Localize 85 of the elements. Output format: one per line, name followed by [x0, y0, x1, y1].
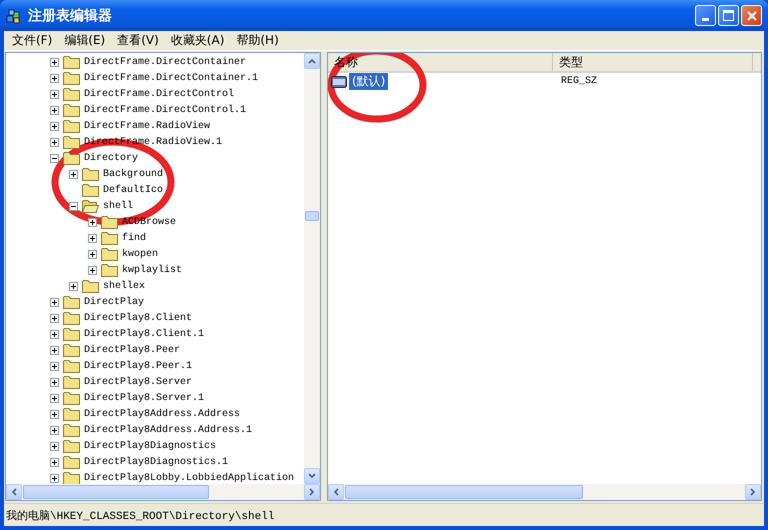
scroll-right-button[interactable]: [745, 484, 761, 500]
tree-item[interactable]: DirectPlay8.Client.1: [84, 328, 204, 340]
scroll-thumb[interactable]: [23, 485, 209, 499]
tree-item[interactable]: DirectFrame.DirectContainer: [84, 56, 246, 68]
tree-item[interactable]: DirectPlay: [84, 296, 144, 308]
tree-item[interactable]: DirectPlay8.Peer.1: [84, 360, 192, 372]
expander-toggle[interactable]: [50, 474, 59, 482]
scroll-thumb[interactable]: [305, 211, 319, 221]
tree-item[interactable]: kwopen: [122, 248, 158, 260]
tree-item[interactable]: shellex: [103, 280, 146, 292]
expander-toggle[interactable]: [50, 362, 59, 370]
scroll-left-button[interactable]: [328, 484, 344, 500]
expander-toggle[interactable]: [69, 170, 78, 178]
status-bar-path: 我的电脑\HKEY_CLASSES_ROOT\Directory\shell: [5, 508, 274, 522]
horizontal-scrollbar[interactable]: [6, 484, 320, 500]
chevron-right-icon: [750, 488, 756, 496]
expander-toggle[interactable]: [50, 314, 59, 322]
expander-toggle[interactable]: [50, 346, 59, 354]
horizontal-scrollbar[interactable]: [328, 484, 761, 500]
window-title: 注册表编辑器: [28, 6, 113, 24]
tree-item[interactable]: DirectFrame.DirectContainer.1: [84, 72, 258, 84]
expander-toggle[interactable]: [50, 90, 59, 98]
chevron-left-icon: [11, 488, 17, 496]
value-type: REG_SZ: [560, 76, 598, 87]
menu-item[interactable]: 查看(V): [111, 32, 165, 49]
tree-item[interactable]: DirectPlay8.Server.1: [84, 392, 204, 404]
expander-toggle[interactable]: [50, 458, 59, 466]
expander-toggle[interactable]: [88, 266, 97, 274]
scroll-right-button[interactable]: [304, 484, 320, 500]
tree-item[interactable]: Directory: [84, 152, 138, 164]
tree-item[interactable]: shell: [103, 200, 134, 212]
expander-toggle[interactable]: [50, 330, 59, 338]
expander-toggle[interactable]: [69, 202, 78, 210]
expander-toggle[interactable]: [50, 122, 59, 130]
expander-toggle[interactable]: [50, 74, 59, 82]
expander-toggle[interactable]: [50, 442, 59, 450]
expander-toggle[interactable]: [88, 218, 97, 226]
scroll-thumb[interactable]: [345, 485, 583, 499]
maximize-button[interactable]: [718, 5, 739, 26]
menu-item[interactable]: 帮助(H): [230, 32, 285, 49]
tree-item[interactable]: Background: [103, 168, 164, 180]
close-button[interactable]: [741, 5, 762, 26]
expander-toggle[interactable]: [69, 282, 78, 290]
expander-toggle[interactable]: [50, 106, 59, 114]
chevron-right-icon: [309, 488, 315, 496]
tree-item[interactable]: DefaultIco: [103, 184, 164, 196]
scroll-up-button[interactable]: [304, 53, 320, 69]
tree-item[interactable]: DirectPlay8.Peer: [84, 344, 180, 356]
value-name[interactable]: (默认): [349, 73, 388, 90]
column-header[interactable]: 类型: [553, 53, 753, 71]
tree-item[interactable]: DirectFrame.DirectControl.1: [84, 104, 246, 116]
tree-item[interactable]: DirectFrame.RadioView: [84, 120, 210, 132]
chevron-down-icon: [308, 473, 316, 479]
tree-item[interactable]: DirectPlay8Diagnostics.1: [84, 456, 228, 468]
expander-toggle[interactable]: [50, 138, 59, 146]
expander-toggle[interactable]: [50, 154, 59, 162]
registry-icon: [6, 8, 22, 24]
minimize-button[interactable]: [695, 5, 716, 26]
expander-toggle[interactable]: [50, 426, 59, 434]
tree-item[interactable]: DirectPlay8Lobby.LobbiedApplication: [84, 472, 294, 484]
tree-item[interactable]: DirectPlay8.Client: [84, 312, 192, 324]
expander-toggle[interactable]: [50, 298, 59, 306]
tree-item[interactable]: DirectPlay8.Server: [84, 376, 192, 388]
expander-toggle[interactable]: [88, 250, 97, 258]
tree-item[interactable]: DirectPlay8Diagnostics: [84, 440, 216, 452]
menu-item[interactable]: 文件(F): [6, 32, 58, 49]
chevron-left-icon: [333, 488, 339, 496]
tree-item[interactable]: DirectFrame.DirectControl: [84, 88, 234, 100]
expander-toggle[interactable]: [50, 58, 59, 66]
string-value-icon: [331, 74, 347, 88]
tree-item[interactable]: DirectPlay8Address.Address.1: [84, 424, 252, 436]
scroll-down-button[interactable]: [304, 468, 320, 484]
chevron-up-icon: [308, 58, 316, 64]
menu-item[interactable]: 编辑(E): [58, 32, 112, 49]
vertical-scrollbar[interactable]: [304, 53, 320, 484]
expander-toggle[interactable]: [50, 410, 59, 418]
tree-item[interactable]: find: [122, 232, 146, 244]
menu-item[interactable]: 收藏夹(A): [164, 32, 230, 49]
tree-item[interactable]: DirectPlay8Address.Address: [84, 408, 240, 420]
expander-toggle[interactable]: [50, 394, 59, 402]
expander-toggle[interactable]: [50, 378, 59, 386]
close-icon: [746, 10, 758, 22]
scroll-left-button[interactable]: [6, 484, 22, 500]
expander-toggle[interactable]: [88, 234, 97, 242]
tree-item[interactable]: kwplaylist: [122, 264, 182, 276]
